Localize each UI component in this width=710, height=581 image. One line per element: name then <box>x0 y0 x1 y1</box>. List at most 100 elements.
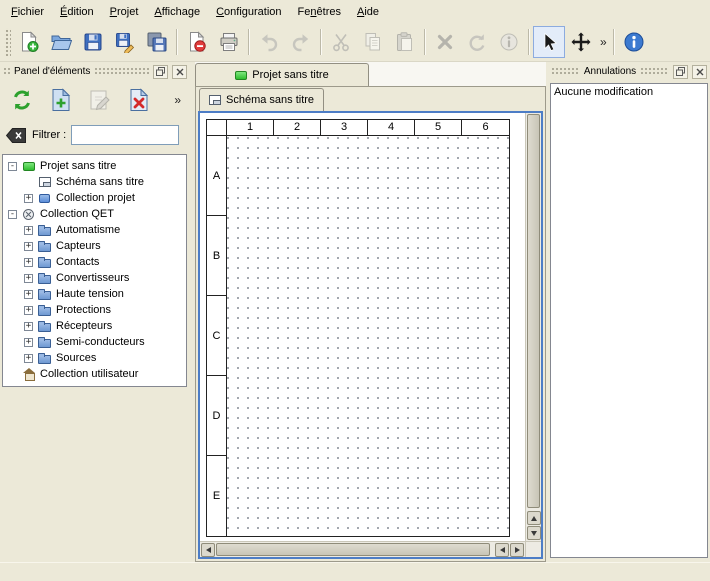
reload-collections-button[interactable] <box>6 84 38 116</box>
expand-expander-icon[interactable]: + <box>24 290 33 299</box>
horizontal-scrollbar[interactable] <box>200 541 525 557</box>
save-button[interactable] <box>77 26 109 58</box>
menu-label: êtres <box>317 6 341 18</box>
menu-fichier[interactable]: Fichier <box>3 2 52 22</box>
tree-item-projet-sans-titre[interactable]: - Projet sans titre <box>3 158 186 174</box>
undo-dock-titlebar[interactable]: Annulations <box>548 62 710 80</box>
new-document-button[interactable] <box>13 26 45 58</box>
dock-close-button[interactable] <box>172 65 187 79</box>
row-label: E <box>207 456 226 536</box>
cut-button[interactable] <box>325 26 357 58</box>
toolbar-separator <box>176 29 178 55</box>
diagram-canvas[interactable] <box>227 136 509 536</box>
delete-element-icon <box>126 87 152 113</box>
reload-icon <box>9 87 35 113</box>
folder-icon <box>37 303 52 317</box>
select-mode-button[interactable] <box>533 26 565 58</box>
tree-item-collection-projet[interactable]: + Collection projet <box>3 190 186 206</box>
scroll-left-button[interactable] <box>201 543 215 557</box>
tree-item-recepteurs[interactable]: + Récepteurs <box>3 318 186 334</box>
tab-schema-sans-titre[interactable]: Schéma sans titre <box>199 88 324 111</box>
collapse-expander-icon[interactable]: - <box>8 162 17 171</box>
folder-icon <box>37 239 52 253</box>
undo-button[interactable] <box>253 26 285 58</box>
expand-expander-icon[interactable]: + <box>24 274 33 283</box>
redo-button[interactable] <box>285 26 317 58</box>
menu-configuration[interactable]: Configuration <box>208 2 289 22</box>
collapse-expander-icon[interactable]: - <box>8 210 17 219</box>
menu-label: ffichage <box>162 6 200 18</box>
open-project-button[interactable] <box>45 26 77 58</box>
toolbar-separator <box>424 29 426 55</box>
tree-item-haute-tension[interactable]: + Haute tension <box>3 286 186 302</box>
expand-expander-icon[interactable]: + <box>24 226 33 235</box>
tree-item-collection-qet[interactable]: - Collection QET <box>3 206 186 222</box>
tree-item-capteurs[interactable]: + Capteurs <box>3 238 186 254</box>
menu-label: onfiguration <box>224 6 282 18</box>
info-icon <box>498 31 520 53</box>
rotate-icon <box>466 31 488 53</box>
filter-input[interactable] <box>71 125 179 145</box>
new-element-button[interactable] <box>45 84 77 116</box>
undo-empty-item[interactable]: Aucune modification <box>554 86 704 101</box>
horizontal-scrollbar-thumb[interactable] <box>216 543 490 556</box>
delete-icon <box>434 31 456 53</box>
scroll-right-button[interactable] <box>510 543 524 557</box>
dock-close-button[interactable] <box>692 65 707 79</box>
menu-edition[interactable]: Édition <box>52 2 102 22</box>
expand-expander-icon[interactable]: + <box>24 258 33 267</box>
expand-expander-icon[interactable]: + <box>24 338 33 347</box>
tree-item-convertisseurs[interactable]: + Convertisseurs <box>3 270 186 286</box>
menu-fenetres[interactable]: Fenêtres <box>290 2 349 22</box>
close-file-button[interactable] <box>181 26 213 58</box>
edit-element-button[interactable] <box>84 84 116 116</box>
drag-mode-button[interactable] <box>565 26 597 58</box>
expand-expander-icon[interactable]: + <box>24 194 33 203</box>
triangle-right-icon <box>515 547 520 553</box>
expand-expander-icon[interactable]: + <box>24 322 33 331</box>
rotate-button[interactable] <box>461 26 493 58</box>
print-button[interactable] <box>213 26 245 58</box>
copy-button[interactable] <box>357 26 389 58</box>
panel-toolbar-overflow-button[interactable]: » <box>171 85 184 115</box>
clear-filter-button[interactable] <box>5 127 27 144</box>
about-button[interactable] <box>618 26 650 58</box>
dock-float-button[interactable] <box>153 65 168 79</box>
triangle-down-icon <box>531 531 537 536</box>
tree-item-collection-utilisateur[interactable]: Collection utilisateur <box>3 366 186 382</box>
delete-button[interactable] <box>429 26 461 58</box>
tree-item-protections[interactable]: + Protections <box>3 302 186 318</box>
scroll-left-button[interactable] <box>495 543 509 557</box>
toolbar-grip[interactable] <box>4 28 11 56</box>
tree-item-schema-sans-titre[interactable]: Schéma sans titre <box>3 174 186 190</box>
expand-expander-icon[interactable]: + <box>24 306 33 315</box>
menu-affichage[interactable]: Affichage <box>146 2 208 22</box>
scroll-up-button[interactable] <box>527 511 541 525</box>
elements-panel-titlebar[interactable]: Panel d'éléments <box>0 62 190 80</box>
save-as-button[interactable] <box>109 26 141 58</box>
vertical-scrollbar[interactable] <box>525 113 541 541</box>
schema-icon <box>37 175 52 189</box>
menu-aide[interactable]: Aide <box>349 2 387 22</box>
cut-icon <box>330 31 352 53</box>
menu-projet[interactable]: Projet <box>102 2 147 22</box>
vertical-scrollbar-thumb[interactable] <box>527 114 540 508</box>
tree-item-contacts[interactable]: + Contacts <box>3 254 186 270</box>
dock-float-button[interactable] <box>673 65 688 79</box>
float-window-icon <box>676 67 685 76</box>
scrollbar-corner <box>525 541 541 557</box>
scroll-down-button[interactable] <box>527 526 541 540</box>
tab-projet-sans-titre[interactable]: Projet sans titre <box>195 63 369 86</box>
tree-item-automatisme[interactable]: + Automatisme <box>3 222 186 238</box>
element-info-button[interactable] <box>493 26 525 58</box>
tree-item-sources[interactable]: + Sources <box>3 350 186 366</box>
filter-label: Filtrer : <box>32 129 66 141</box>
tree-item-label: Semi-conducteurs <box>56 336 145 348</box>
paste-button[interactable] <box>389 26 421 58</box>
expand-expander-icon[interactable]: + <box>24 242 33 251</box>
tree-item-semi-conducteurs[interactable]: + Semi-conducteurs <box>3 334 186 350</box>
toolbar-overflow-button[interactable]: » <box>597 27 610 57</box>
expand-expander-icon[interactable]: + <box>24 354 33 363</box>
save-all-button[interactable] <box>141 26 173 58</box>
delete-element-button[interactable] <box>123 84 155 116</box>
